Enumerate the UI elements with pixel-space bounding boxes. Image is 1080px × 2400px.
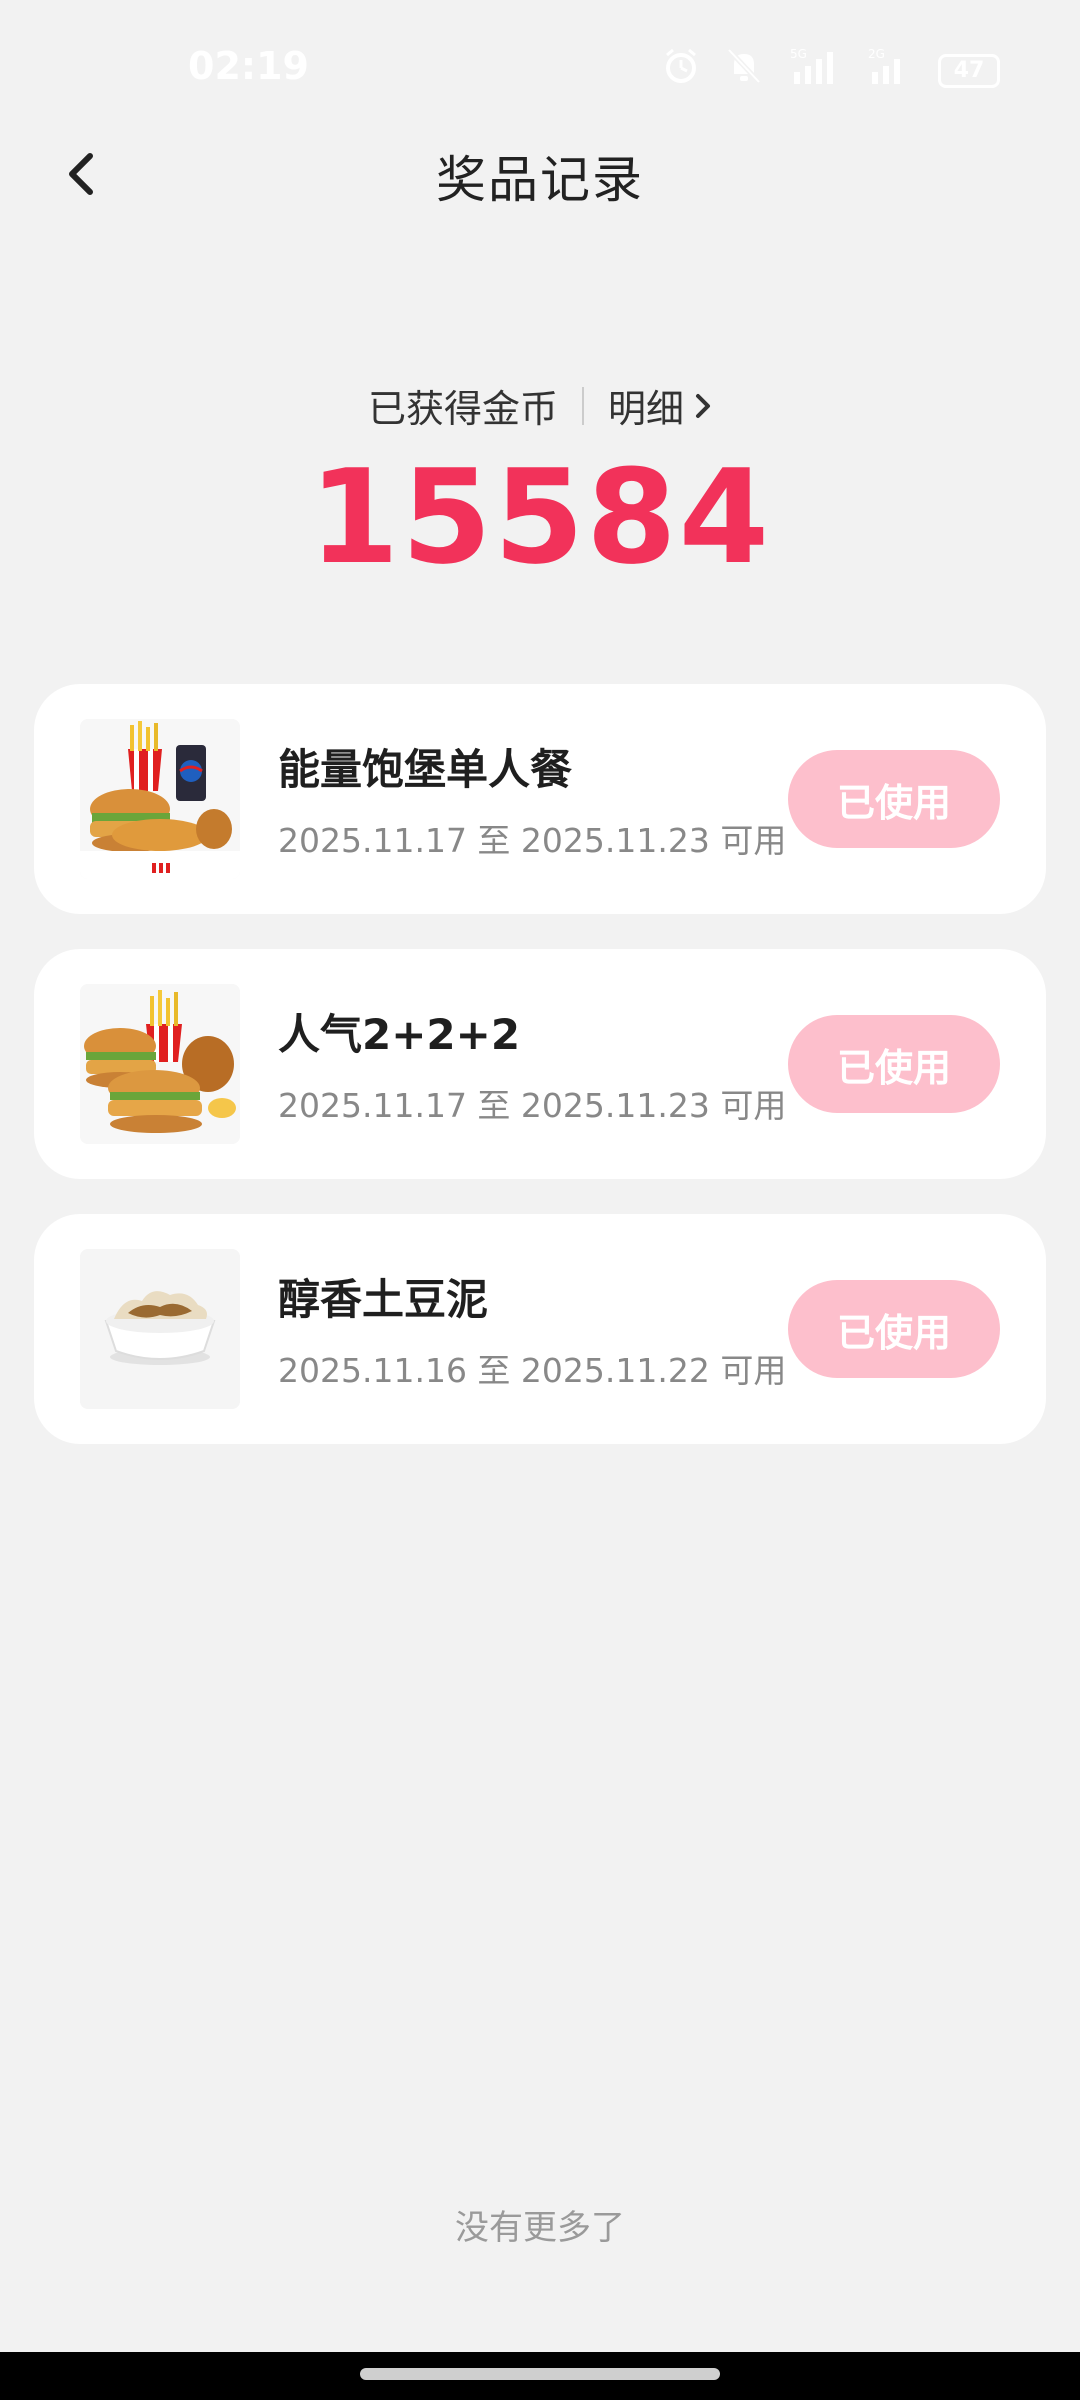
status-time: 02:19 (188, 44, 309, 88)
status-bar: 02:19 5G 2G 47 (0, 0, 1080, 130)
coins-label: 已获得金币 (367, 387, 558, 431)
divider (582, 386, 584, 425)
signal-2g-icon: 2G (866, 46, 912, 95)
home-gesture-handle[interactable] (360, 2368, 720, 2380)
coins-value: 15584 (308, 441, 772, 593)
svg-text:5G: 5G (790, 47, 807, 61)
detail-label: 明细 (608, 387, 685, 431)
burger-combo-image (80, 984, 240, 1144)
used-status-button[interactable]: 已使用 (788, 1280, 1000, 1378)
mashed-potato-image (80, 1249, 240, 1409)
battery-icon: 47 (938, 53, 1000, 88)
prize-card[interactable]: 人气2+2+2 2025.11.17 至 2025.11.23 可用 已使用 (34, 949, 1046, 1179)
alarm-icon (662, 47, 700, 94)
burger-meal-image (80, 719, 240, 879)
signal-5g-icon: 5G (788, 46, 840, 95)
no-more-text: 没有更多了 (455, 2208, 625, 2248)
prize-validity: 2025.11.16 至 2025.11.22 可用 (278, 1351, 787, 1390)
header: 奖品记录 (0, 130, 1080, 220)
bell-off-icon (726, 47, 762, 94)
used-status-button[interactable]: 已使用 (788, 750, 1000, 848)
coins-summary: 已获得金币 明细 (0, 378, 1080, 433)
used-status-button[interactable]: 已使用 (788, 1015, 1000, 1113)
navigation-bar (0, 2352, 1080, 2400)
prize-name: 能量饱堡单人餐 (278, 745, 573, 794)
prize-validity: 2025.11.17 至 2025.11.23 可用 (278, 821, 787, 860)
status-icons: 5G 2G 47 (662, 46, 1000, 95)
svg-text:2G: 2G (868, 47, 885, 61)
prize-name: 醇香土豆泥 (278, 1275, 489, 1324)
prize-name: 人气2+2+2 (278, 1010, 521, 1059)
chevron-right-icon (696, 393, 711, 418)
prize-card[interactable]: 能量饱堡单人餐 2025.11.17 至 2025.11.23 可用 已使用 (34, 684, 1046, 914)
prize-validity: 2025.11.17 至 2025.11.23 可用 (278, 1086, 787, 1125)
prize-card[interactable]: 醇香土豆泥 2025.11.16 至 2025.11.22 可用 已使用 (34, 1214, 1046, 1444)
page-title: 奖品记录 (436, 151, 644, 209)
coins-detail-link[interactable]: 明细 (608, 378, 712, 433)
